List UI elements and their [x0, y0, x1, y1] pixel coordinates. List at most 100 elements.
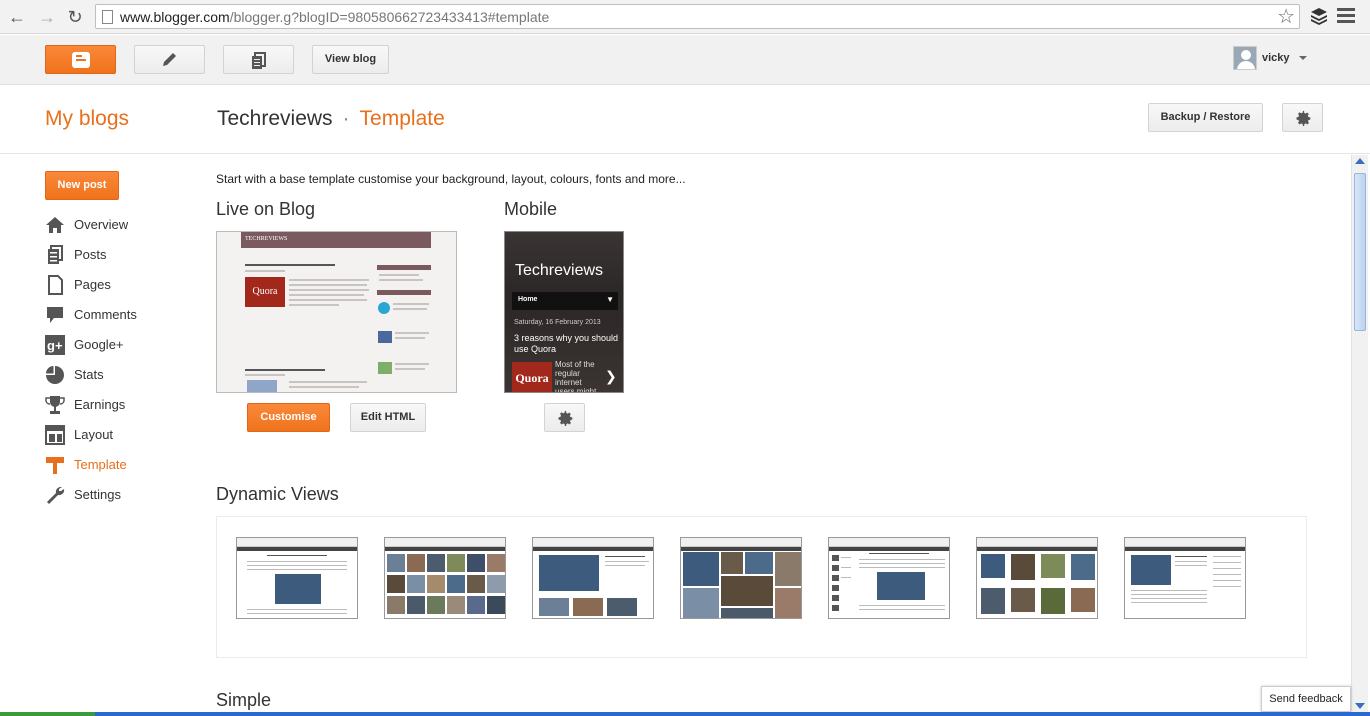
- posts-icon: [48, 245, 63, 264]
- layout-icon: [45, 425, 65, 445]
- new-post-button[interactable]: New post: [45, 171, 119, 200]
- live-template-preview[interactable]: TECHREVIEWS Quora: [216, 231, 457, 393]
- url-host: www.blogger.com: [120, 9, 230, 25]
- mobile-settings-button[interactable]: [544, 403, 585, 432]
- breadcrumb-separator: ·: [342, 107, 350, 130]
- svg-text:g+: g+: [47, 338, 63, 353]
- intro-text: Start with a base template customise you…: [216, 172, 686, 186]
- live-on-blog-heading: Live on Blog: [216, 199, 316, 219]
- scroll-thumb[interactable]: [1354, 173, 1366, 331]
- sidebar-item-label: Template: [74, 457, 127, 472]
- reload-icon[interactable]: ↻: [64, 6, 86, 28]
- caret-down-icon: ▼: [606, 295, 614, 304]
- dynamic-views-heading: Dynamic Views: [216, 484, 339, 504]
- sidebar-item-label: Pages: [74, 277, 111, 292]
- wrench-icon: [47, 486, 65, 504]
- preview-quora-badge: Quora: [245, 277, 285, 307]
- sidebar-item-label: Overview: [74, 217, 129, 232]
- url-path: /blogger.g?blogID=980580662723433413#tem…: [229, 9, 550, 25]
- posts-list-button[interactable]: [223, 45, 294, 74]
- sidebar-item-label: Stats: [74, 367, 104, 382]
- scrollbar[interactable]: [1351, 155, 1368, 713]
- backup-restore-button[interactable]: Backup / Restore: [1148, 103, 1263, 132]
- gear-icon: [558, 410, 573, 426]
- address-bar[interactable]: www.blogger.com/blogger.g?blogID=9805806…: [95, 4, 1300, 29]
- dynamic-view-thumbnail[interactable]: [680, 537, 802, 619]
- mobile-blog-title: Techreviews: [515, 262, 604, 279]
- user-name[interactable]: vicky: [1262, 52, 1290, 64]
- start-button[interactable]: [0, 712, 95, 716]
- page-icon: [102, 10, 113, 24]
- page-title: Template: [359, 107, 445, 130]
- google-plus-icon: g+: [45, 335, 65, 355]
- blog-name: Techreviews: [217, 107, 333, 130]
- chevron-down-icon[interactable]: [1299, 56, 1307, 60]
- home-icon: [46, 217, 64, 233]
- gear-icon: [1296, 110, 1311, 126]
- dynamic-view-thumbnail[interactable]: [976, 537, 1098, 619]
- back-arrow-icon[interactable]: ←: [6, 6, 28, 28]
- sidebar-item-pages[interactable]: Pages: [45, 274, 185, 296]
- breadcrumb: Techreviews · Template: [217, 107, 445, 131]
- url-text: www.blogger.com/blogger.g?blogID=9805806…: [120, 9, 549, 25]
- mobile-post-title: 3 reasons why you should use Quora: [514, 333, 619, 354]
- sidebar-item-earnings[interactable]: Earnings: [45, 394, 185, 416]
- sidebar-item-label: Earnings: [74, 397, 126, 412]
- blogger-header: View blog vicky: [0, 35, 1370, 85]
- forward-arrow-icon[interactable]: →: [36, 6, 58, 28]
- my-blogs-link[interactable]: My blogs: [45, 107, 129, 131]
- mobile-template-preview[interactable]: Techreviews Home ▼ Saturday, 16 February…: [504, 231, 624, 393]
- template-icon: [46, 457, 64, 474]
- sidebar-item-posts[interactable]: Posts: [45, 244, 185, 266]
- preview-blog-title: TECHREVIEWS: [245, 236, 288, 242]
- blogger-logo-icon: [72, 52, 90, 68]
- new-post-pencil-button[interactable]: [134, 45, 205, 74]
- avatar[interactable]: [1233, 46, 1257, 70]
- sidebar-item-overview[interactable]: Overview: [45, 214, 185, 236]
- dynamic-view-thumbnail[interactable]: [828, 537, 950, 619]
- send-feedback-button[interactable]: Send feedback: [1261, 686, 1351, 712]
- layers-icon[interactable]: [1309, 6, 1329, 26]
- template-settings-button[interactable]: [1282, 103, 1323, 132]
- comments-icon: [47, 307, 63, 323]
- mobile-heading: Mobile: [504, 199, 558, 219]
- dynamic-views-gallery: [216, 516, 1307, 658]
- dynamic-view-thumbnail[interactable]: [532, 537, 654, 619]
- sidebar-item-settings[interactable]: Settings: [45, 484, 185, 506]
- mobile-quora-badge: Quora: [512, 362, 552, 392]
- scroll-down-icon[interactable]: [1355, 703, 1365, 709]
- sidebar-item-label: Comments: [74, 307, 137, 322]
- scroll-up-icon[interactable]: [1355, 158, 1365, 164]
- customise-button[interactable]: Customise: [247, 403, 330, 432]
- chevron-right-icon: ❯: [605, 368, 617, 384]
- dynamic-view-thumbnail[interactable]: [236, 537, 358, 619]
- browser-toolbar: ← → ↻ www.blogger.com/blogger.g?blogID=9…: [0, 0, 1370, 34]
- trophy-icon: [45, 396, 65, 414]
- mobile-nav: Home ▼: [512, 292, 618, 310]
- sidebar-item-template[interactable]: Template: [45, 454, 185, 476]
- simple-heading: Simple: [216, 690, 272, 710]
- os-taskbar: [0, 712, 1370, 716]
- bookmark-star-icon[interactable]: ☆: [1277, 5, 1295, 29]
- title-row: My blogs Techreviews · Template Backup / R…: [0, 86, 1370, 154]
- sidebar-item-stats[interactable]: Stats: [45, 364, 185, 386]
- mobile-post-excerpt: Most of the regular internet users might…: [555, 360, 597, 393]
- dynamic-view-thumbnail[interactable]: [1124, 537, 1246, 619]
- documents-icon: [252, 52, 266, 69]
- sidebar-item-label: Posts: [74, 247, 107, 262]
- edit-html-button[interactable]: Edit HTML: [350, 403, 426, 432]
- dynamic-view-thumbnail[interactable]: [384, 537, 506, 619]
- blogger-logo-button[interactable]: [45, 45, 116, 74]
- view-blog-button[interactable]: View blog: [312, 45, 389, 74]
- sidebar-item-layout[interactable]: Layout: [45, 424, 185, 446]
- sidebar-item-label: Settings: [74, 487, 121, 502]
- pages-icon: [48, 275, 63, 295]
- mobile-post-date: Saturday, 16 February 2013: [514, 319, 601, 326]
- mobile-nav-label: Home: [518, 296, 538, 303]
- sidebar-item-label: Google+: [74, 337, 124, 352]
- sidebar-item-google-plus[interactable]: g+ Google+: [45, 334, 185, 356]
- sidebar-item-comments[interactable]: Comments: [45, 304, 185, 326]
- sidebar-item-label: Layout: [74, 427, 114, 442]
- stats-icon: [46, 366, 64, 384]
- browser-menu-icon[interactable]: [1337, 8, 1355, 24]
